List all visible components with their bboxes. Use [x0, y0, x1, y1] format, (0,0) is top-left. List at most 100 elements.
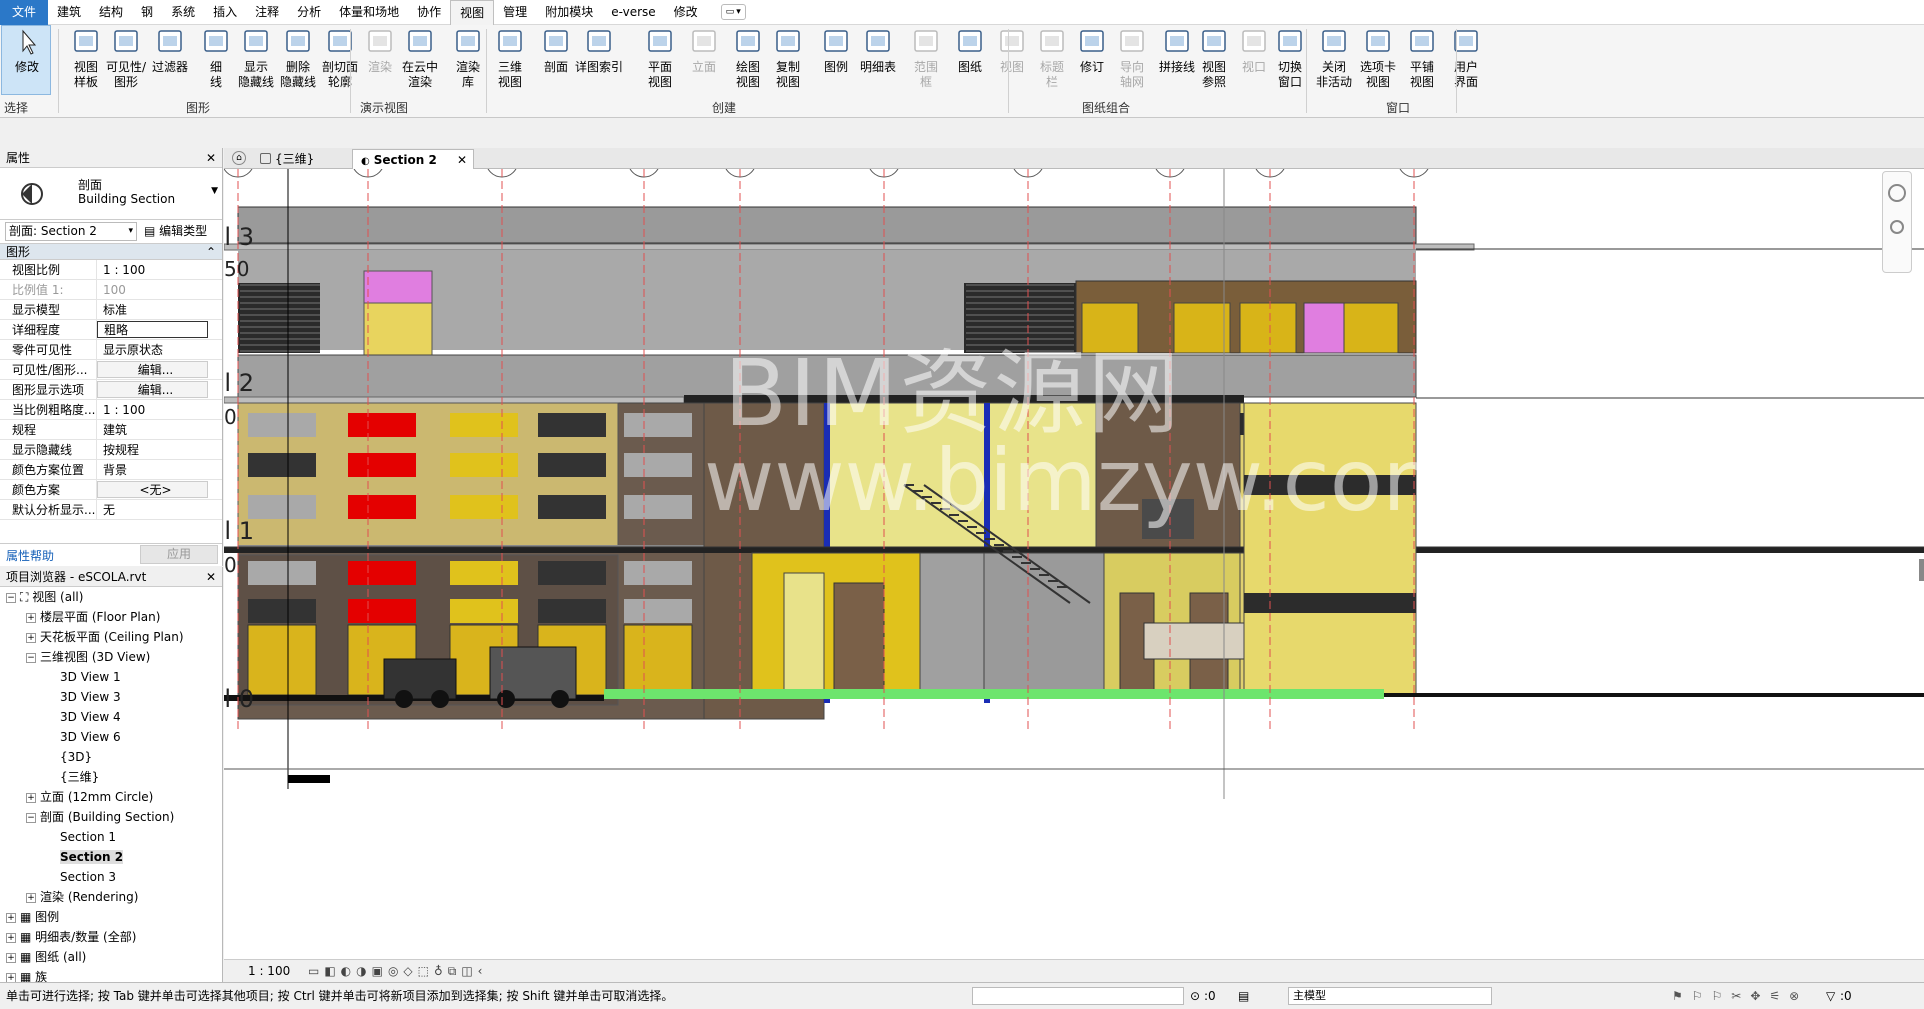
instance-selector[interactable]: 剖面: Section 2 ▾ [5, 222, 137, 241]
property-row[interactable]: 可见性/图形... 编辑... [0, 360, 222, 380]
view-control-icons[interactable]: ▭◧◐◑▣◎◇⬚♁⧉◫‹ [308, 960, 488, 982]
menu-tab-2[interactable]: 结构 [90, 0, 132, 25]
thin-lines-button[interactable]: 细线 [194, 27, 238, 90]
property-value[interactable]: 编辑... [97, 361, 208, 378]
expand-toggle-icon[interactable]: + [6, 912, 16, 923]
menu-tab-13[interactable]: e-verse [602, 0, 664, 25]
edit-type-button[interactable]: ▤ 编辑类型 [144, 222, 207, 241]
property-value[interactable]: 粗略 [97, 321, 208, 338]
expand-toggle-icon[interactable]: − [26, 652, 36, 663]
cloud-render-button[interactable]: 在云中 渲染 [398, 27, 442, 90]
panel[interactable] [624, 495, 692, 519]
panel[interactable] [450, 495, 518, 519]
sofa[interactable] [1143, 622, 1245, 660]
drawing-canvas[interactable]: BIM资源网 www.bimzyw.com el 3 50 el 2 0 el … [224, 169, 1924, 959]
expand-toggle-icon[interactable]: + [26, 612, 36, 623]
expand-toggle-icon[interactable]: + [26, 792, 36, 803]
menu-tab-10[interactable]: 视图 [450, 0, 495, 25]
tree-node[interactable]: + 楼层平面 (Floor Plan) [0, 607, 222, 627]
workset-dropdown[interactable] [972, 987, 1184, 1005]
tree-node[interactable]: 3D View 3 [0, 687, 222, 707]
legends-button[interactable]: 图例 [814, 27, 858, 75]
expand-toggle-icon[interactable]: + [6, 952, 16, 963]
section-button[interactable]: 剖面 [534, 27, 578, 75]
property-row[interactable]: 详细程度 粗略 [0, 320, 222, 340]
menu-tab-8[interactable]: 体量和场地 [330, 0, 408, 25]
properties-help-link[interactable]: 属性帮助 [6, 547, 54, 564]
status-icons[interactable]: ⚑⚐⚐✂✥⚟⊗ [1672, 983, 1808, 1009]
green-ground[interactable] [604, 689, 1384, 699]
property-row[interactable]: 默认分析显示... 无 [0, 500, 222, 520]
tab-views-button[interactable]: 选项卡 视图 [1356, 27, 1400, 90]
panel[interactable] [348, 599, 416, 623]
door-brown[interactable] [833, 582, 885, 694]
zoom-icon[interactable] [1890, 220, 1904, 234]
scroll-handle[interactable] [1919, 559, 1924, 581]
property-row[interactable]: 视图比例 1 : 100 [0, 260, 222, 280]
filters-button[interactable]: 过滤器 [148, 27, 192, 75]
property-row[interactable]: 显示隐藏线 按规程 [0, 440, 222, 460]
menu-tab-5[interactable]: 插入 [204, 0, 246, 25]
expand-toggle-icon[interactable]: + [6, 932, 16, 943]
callout-button[interactable]: 详图索引 [574, 27, 624, 75]
pink-panel-right[interactable] [1303, 302, 1345, 354]
panel[interactable] [450, 599, 518, 623]
tree-node[interactable]: {三维} [0, 767, 222, 787]
panel[interactable] [624, 453, 692, 477]
view-reference-button[interactable]: 视图 参照 [1192, 27, 1236, 90]
menu-tab-11[interactable]: 管理 [494, 0, 536, 25]
tab-section-2[interactable]: ◐ Section 2 ✕ [352, 149, 474, 169]
graphics-section-header[interactable]: 图形 ⌃ [0, 244, 222, 260]
remove-hidden-button[interactable]: 删除 隐藏线 [276, 27, 320, 90]
ground-right[interactable] [1384, 693, 1924, 697]
title-block-button[interactable]: 标题栏 [1030, 27, 1074, 90]
upper-window[interactable] [1239, 302, 1297, 354]
expand-toggle-icon[interactable]: + [26, 632, 36, 643]
panel[interactable] [450, 413, 518, 437]
menu-tab-14[interactable]: 修改 [665, 0, 707, 25]
user-interface-button[interactable]: 用户 界面 [1444, 27, 1488, 90]
schedules-button[interactable]: 明细表 [856, 27, 900, 75]
panel[interactable] [248, 453, 316, 477]
tree-node[interactable]: Section 2 [0, 847, 222, 867]
door-window[interactable] [247, 624, 317, 696]
chevron-down-icon[interactable]: ▼ [211, 186, 218, 196]
tree-node[interactable]: 3D View 1 [0, 667, 222, 687]
panel[interactable] [538, 413, 606, 437]
panel[interactable] [624, 561, 692, 585]
panel[interactable] [450, 453, 518, 477]
menu-tab-4[interactable]: 系统 [162, 0, 204, 25]
expand-toggle-icon[interactable]: + [26, 892, 36, 903]
louver-left[interactable] [238, 283, 320, 353]
scope-box-button[interactable]: 范围框 [904, 27, 948, 90]
tree-node[interactable]: + 立面 (12mm Circle) [0, 787, 222, 807]
property-row[interactable]: 图形显示选项 编辑... [0, 380, 222, 400]
panel[interactable] [538, 561, 606, 585]
panel[interactable] [538, 599, 606, 623]
expand-toggle-icon[interactable]: + [6, 972, 16, 982]
property-row[interactable]: 颜色方案位置 背景 [0, 460, 222, 480]
roof-parapet[interactable] [237, 206, 1417, 244]
home-icon[interactable]: ⌂ [232, 151, 246, 165]
design-options-icon[interactable]: ▤ [1238, 983, 1249, 1009]
plan-views-button[interactable]: 平面 视图 [638, 27, 682, 90]
sheet-button[interactable]: 图纸 [948, 27, 992, 75]
level-3-slab[interactable] [224, 243, 1475, 251]
panel[interactable] [624, 413, 692, 437]
close-icon[interactable]: ✕ [457, 150, 467, 170]
tree-node[interactable]: − ⛶ 视图 (all) [0, 587, 222, 607]
tree-node[interactable]: {3D} [0, 747, 222, 767]
menu-tab-12[interactable]: 附加模块 [536, 0, 602, 25]
tree-node[interactable]: Section 3 [0, 867, 222, 887]
chevron-down-icon[interactable]: ▾ [736, 7, 741, 17]
tree-node[interactable]: − 三维视图 (3D View) [0, 647, 222, 667]
property-row[interactable]: 显示模型 标准 [0, 300, 222, 320]
3d-view-button[interactable]: 三维 视图 [488, 27, 532, 90]
close-icon[interactable]: ✕ [206, 567, 216, 587]
tree-node[interactable]: 3D View 4 [0, 707, 222, 727]
visibility-button[interactable]: 可见性/图形 [104, 27, 148, 90]
tree-node[interactable]: − 剖面 (Building Section) [0, 807, 222, 827]
select-icon[interactable]: ⊙ [1190, 983, 1200, 1009]
view-scale[interactable]: 1 : 100 [248, 960, 290, 982]
view-template-button[interactable]: 视图 样板 [64, 27, 108, 90]
